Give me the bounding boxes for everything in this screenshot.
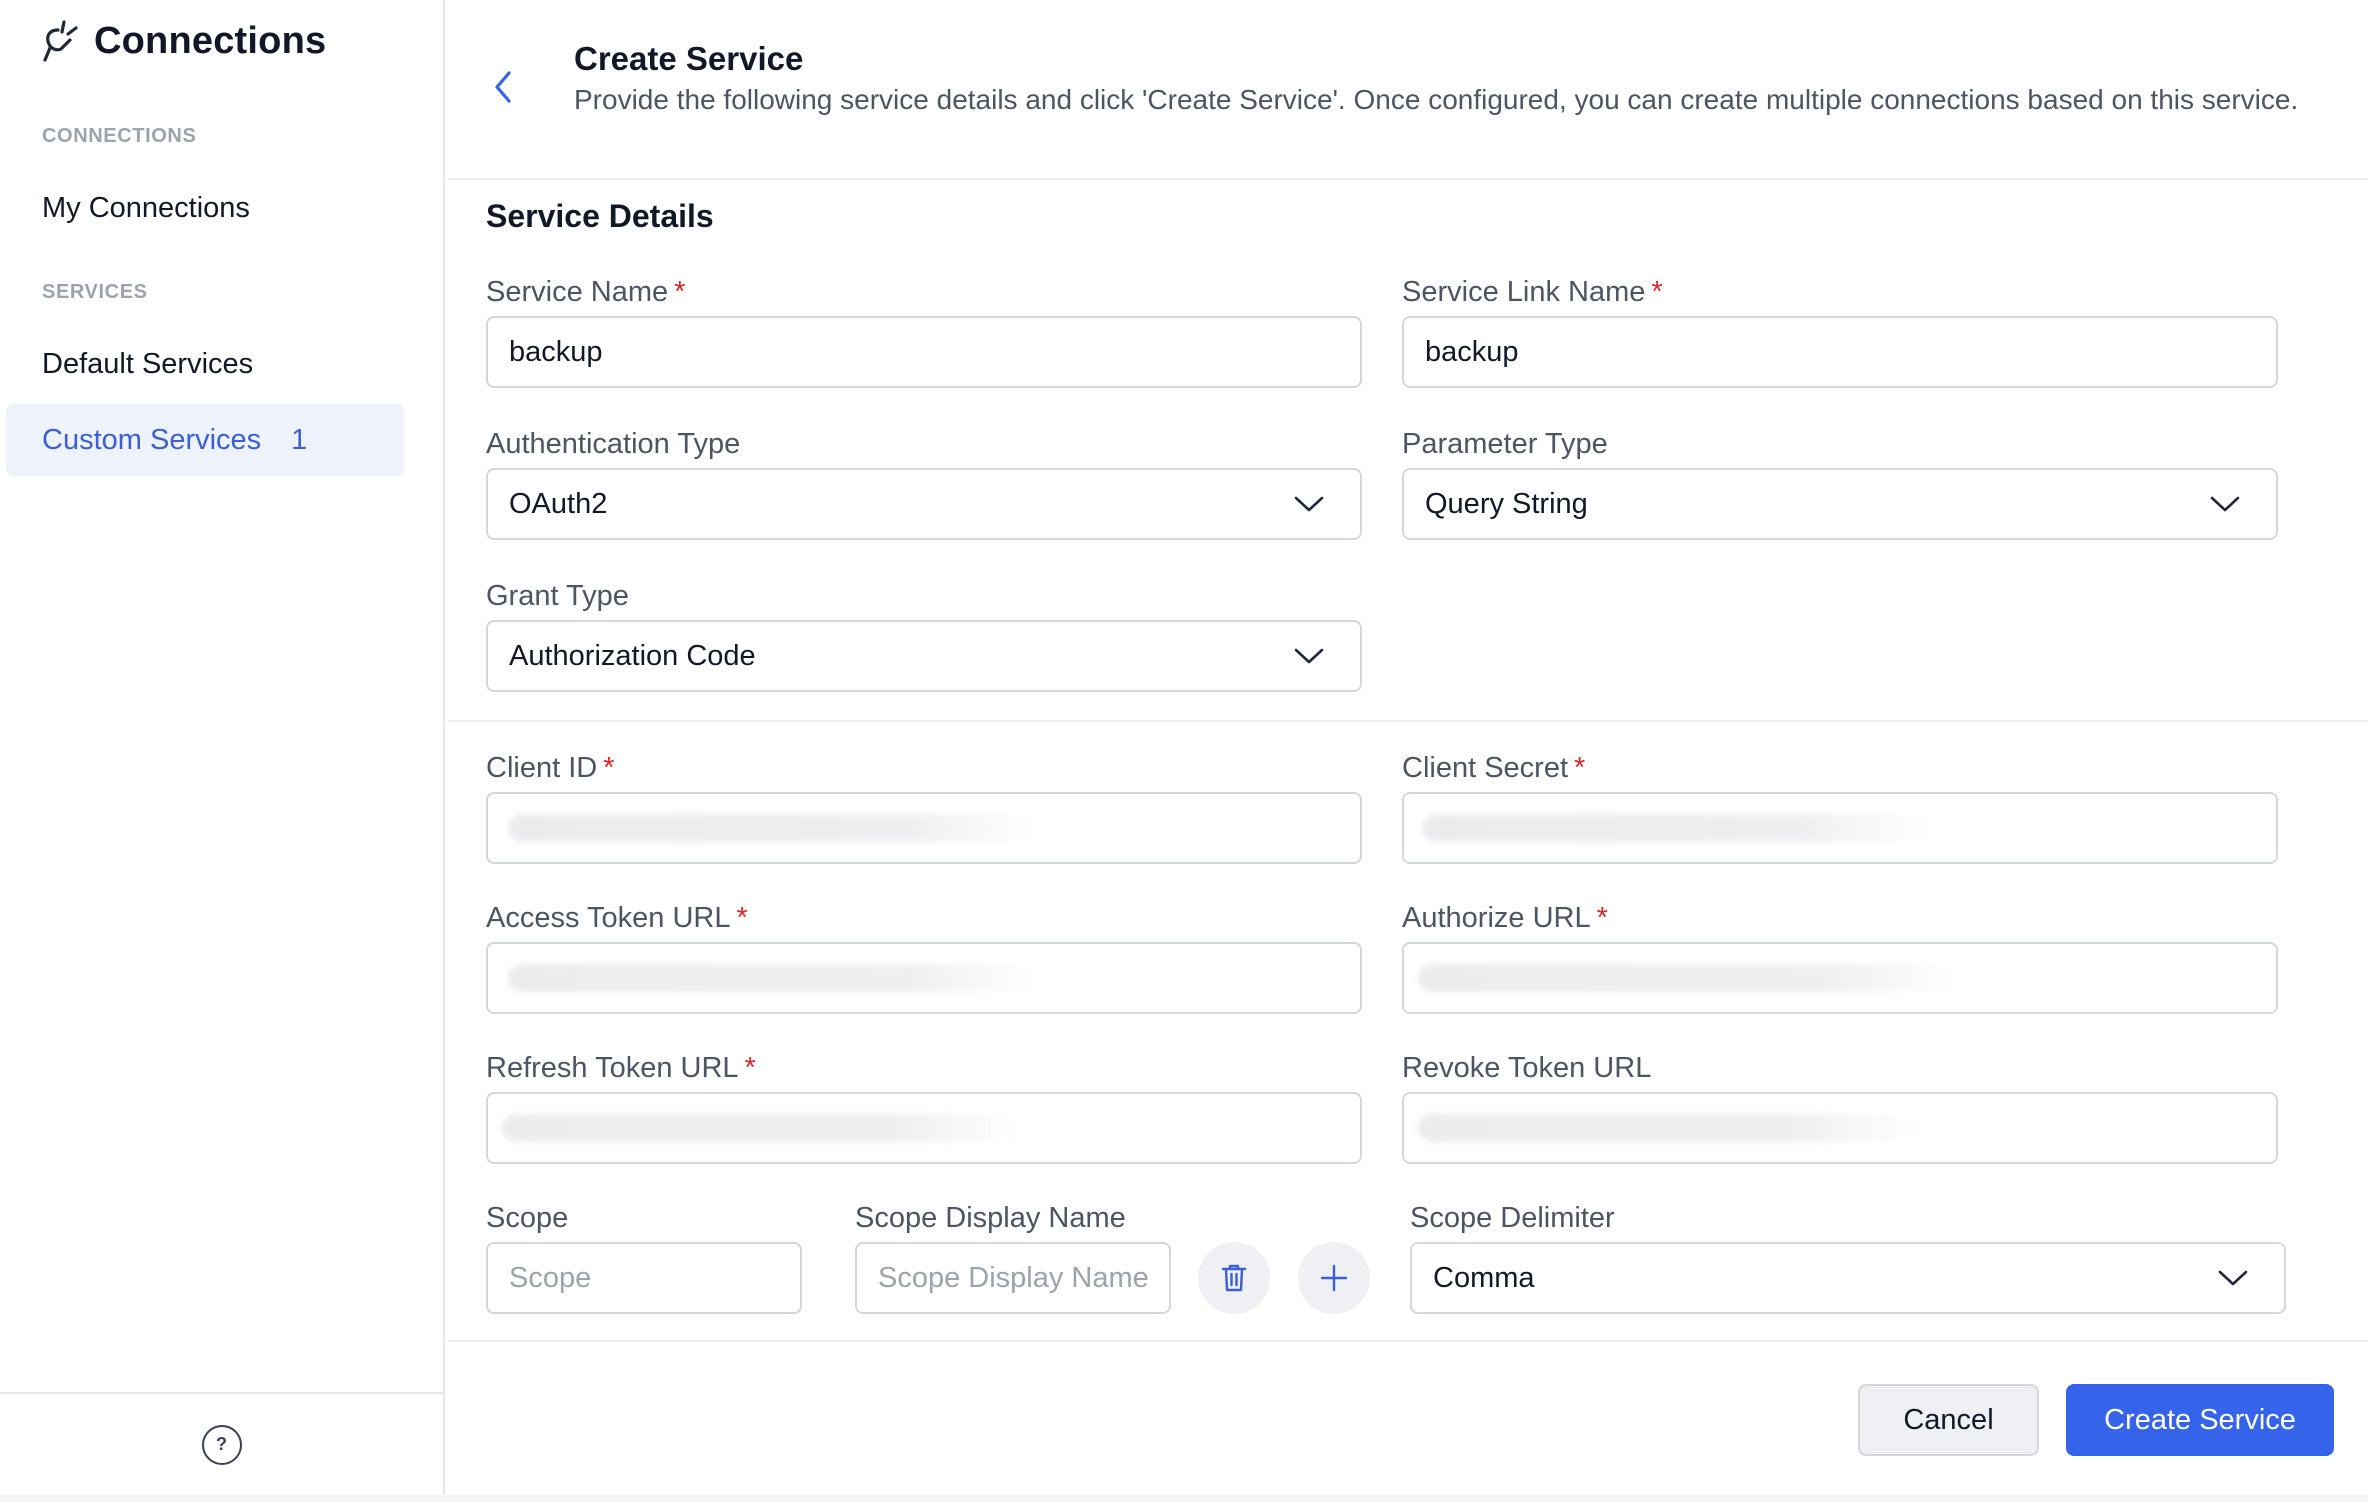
required-mark: *	[603, 752, 615, 784]
select-value: Query String	[1425, 487, 1588, 520]
create-service-button[interactable]: Create Service	[2066, 1384, 2334, 1456]
sidebar: Connections CONNECTIONS My Connections S…	[0, 0, 445, 1495]
scope-delimiter-select[interactable]: Comma	[1410, 1242, 2286, 1314]
plug-icon	[43, 20, 78, 62]
grant-type-label: Grant Type	[486, 580, 629, 612]
app-title: Connections	[94, 19, 327, 62]
scope-input[interactable]	[486, 1242, 802, 1314]
client-id-label: Client ID *	[486, 752, 615, 785]
required-mark: *	[744, 1052, 756, 1084]
chevron-left-icon	[495, 71, 511, 103]
input-value: backup	[1425, 335, 1519, 368]
back-button[interactable]	[483, 62, 523, 112]
sidebar-item-my-connections[interactable]: My Connections	[6, 172, 404, 244]
section-title: Service Details	[486, 198, 714, 234]
brand: Connections	[40, 16, 326, 66]
client-secret-label: Client Secret *	[1402, 752, 1585, 785]
required-mark: *	[736, 902, 748, 934]
label-text: Access Token URL	[486, 902, 731, 934]
sidebar-item-label: Default Services	[42, 347, 254, 380]
service-name-input[interactable]: backup	[486, 316, 1362, 388]
trash-icon	[1221, 1264, 1247, 1292]
authentication-type-label: Authentication Type	[486, 428, 741, 460]
page-header: Create Service Provide the following ser…	[447, 0, 2368, 180]
sidebar-item-label: My Connections	[42, 191, 250, 224]
scope-text-field[interactable]	[509, 1244, 800, 1312]
page-title: Create Service	[574, 40, 804, 77]
label-text: Service Link Name	[1402, 276, 1646, 308]
window-bottom-edge	[0, 1495, 2368, 1502]
parameter-type-select[interactable]: Query String	[1402, 468, 2278, 540]
required-mark: *	[1651, 276, 1663, 308]
label-text: Client ID	[486, 752, 598, 784]
scope-delimiter-label: Scope Delimiter	[1410, 1202, 1615, 1234]
redacted-value	[502, 1114, 1022, 1142]
count-badge: 1	[291, 423, 308, 456]
chevron-down-icon	[2218, 1270, 2248, 1286]
revoke-token-url-input[interactable]	[1402, 1092, 2278, 1164]
label-text: Authorize URL	[1402, 902, 1591, 934]
redacted-value	[508, 814, 1038, 842]
delete-scope-button[interactable]	[1198, 1242, 1270, 1314]
section-label-services: SERVICES	[42, 281, 148, 303]
select-value: Comma	[1433, 1261, 1535, 1294]
required-mark: *	[1596, 902, 1608, 934]
authorize-url-input[interactable]	[1402, 942, 2278, 1014]
label-text: Client Secret	[1402, 752, 1569, 784]
scope-display-name-text-field[interactable]	[878, 1244, 1169, 1312]
grant-type-select[interactable]: Authorization Code	[486, 620, 1362, 692]
select-value: Authorization Code	[509, 639, 756, 672]
refresh-token-url-label: Refresh Token URL *	[486, 1052, 756, 1085]
section-divider	[447, 720, 2368, 722]
refresh-token-url-input[interactable]	[486, 1092, 1362, 1164]
label-text: Refresh Token URL	[486, 1052, 739, 1084]
main-panel: Create Service Provide the following ser…	[447, 0, 2368, 1495]
sidebar-item-default-services[interactable]: Default Services	[6, 328, 404, 400]
sidebar-item-custom-services[interactable]: Custom Services 1	[6, 404, 404, 476]
chevron-down-icon	[1294, 496, 1324, 512]
revoke-token-url-label: Revoke Token URL	[1402, 1052, 1652, 1084]
help-circle-icon[interactable]: ?	[201, 1424, 242, 1465]
parameter-type-label: Parameter Type	[1402, 428, 1608, 460]
service-link-name-input[interactable]: backup	[1402, 316, 2278, 388]
scope-label: Scope	[486, 1202, 569, 1234]
sidebar-item-label: Custom Services	[42, 423, 262, 456]
cancel-button[interactable]: Cancel	[1858, 1384, 2039, 1456]
label-text: Service Name	[486, 276, 669, 308]
page-description: Provide the following service details an…	[574, 84, 2299, 115]
input-value: backup	[509, 335, 603, 368]
client-id-input[interactable]	[486, 792, 1362, 864]
required-mark: *	[674, 276, 686, 308]
add-scope-button[interactable]	[1298, 1242, 1370, 1314]
select-value: OAuth2	[509, 487, 608, 520]
redacted-value	[1418, 1114, 1918, 1142]
service-name-label: Service Name *	[486, 276, 685, 309]
redacted-value	[1418, 964, 1958, 992]
section-label-connections: CONNECTIONS	[42, 125, 197, 147]
access-token-url-label: Access Token URL *	[486, 902, 748, 935]
authorize-url-label: Authorize URL *	[1402, 902, 1608, 935]
redacted-value	[508, 964, 1038, 992]
required-mark: *	[1574, 752, 1586, 784]
service-link-name-label: Service Link Name *	[1402, 276, 1663, 309]
scope-display-name-label: Scope Display Name	[855, 1202, 1126, 1234]
redacted-value	[1422, 814, 1932, 842]
chevron-down-icon	[2210, 496, 2240, 512]
authentication-type-select[interactable]: OAuth2	[486, 468, 1362, 540]
plus-icon	[1320, 1264, 1348, 1292]
client-secret-input[interactable]	[1402, 792, 2278, 864]
form-footer: Cancel Create Service	[447, 1340, 2368, 1495]
chevron-down-icon	[1294, 648, 1324, 664]
scope-display-name-input[interactable]	[855, 1242, 1171, 1314]
access-token-url-input[interactable]	[486, 942, 1362, 1014]
sidebar-footer: ?	[0, 1392, 443, 1495]
